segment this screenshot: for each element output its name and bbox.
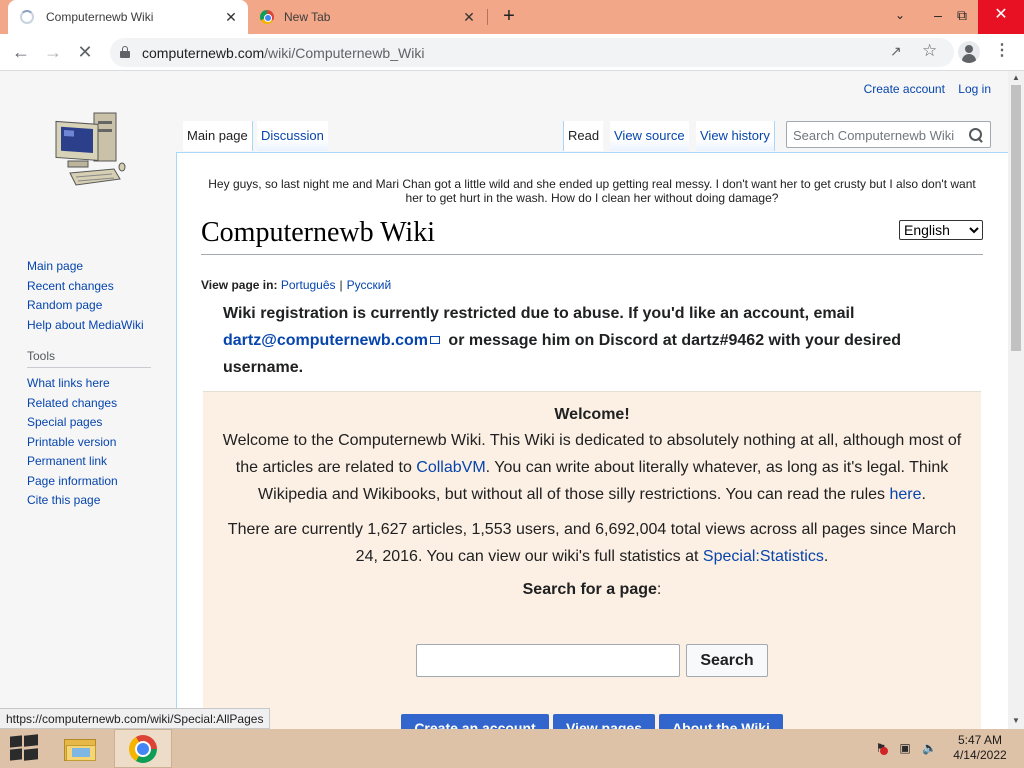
notice-text: Wiki registration is currently restricte… bbox=[223, 305, 855, 322]
bookmark-star-icon[interactable]: ☆ bbox=[922, 41, 937, 61]
sidebar-item-help[interactable]: Help about MediaWiki bbox=[27, 316, 157, 336]
browser-tab-strip: Computernewb Wiki ✕ New Tab ✕ + ⌄ – ⧉ ✕ bbox=[0, 0, 1024, 34]
tab-separator bbox=[487, 9, 488, 25]
tab-title: Computernewb Wiki bbox=[46, 10, 154, 24]
back-arrow-icon[interactable]: ← bbox=[9, 40, 33, 64]
computer-logo-icon[interactable] bbox=[50, 107, 126, 193]
link-status-bubble: https://computernewb.com/wiki/Special:Al… bbox=[0, 708, 271, 729]
tab-title: New Tab bbox=[284, 10, 331, 24]
search-page-label: Search for a page: bbox=[522, 581, 662, 598]
page-title: Computernewb Wiki bbox=[201, 217, 983, 255]
tab-main-page[interactable]: Main page bbox=[183, 121, 253, 151]
stop-loading-icon[interactable]: ✕ bbox=[73, 40, 97, 64]
windows-start-icon[interactable] bbox=[10, 734, 38, 762]
scroll-down-icon[interactable]: ▼ bbox=[1012, 716, 1020, 725]
new-tab-button[interactable]: + bbox=[498, 6, 520, 28]
page-scrollbar[interactable]: ▲ ▼ bbox=[1008, 71, 1024, 729]
network-icon[interactable]: ▣ bbox=[898, 741, 912, 755]
file-explorer-icon[interactable] bbox=[64, 736, 98, 762]
windows-taskbar: ⚑ ▣ 🔈 5:47 AM 4/14/2022 bbox=[0, 729, 1024, 768]
action-center-flag-icon[interactable]: ⚑ bbox=[874, 741, 888, 755]
sidebar-item-printable-version[interactable]: Printable version bbox=[27, 433, 157, 453]
rules-link[interactable]: here bbox=[889, 486, 921, 503]
browser-tab-computernewb[interactable]: Computernewb Wiki ✕ bbox=[8, 0, 248, 34]
tab-close-icon[interactable]: ✕ bbox=[220, 9, 242, 26]
create-account-link[interactable]: Create account bbox=[864, 82, 945, 96]
forward-arrow-icon[interactable]: → bbox=[41, 40, 65, 64]
email-link[interactable]: dartz@computernewb.com bbox=[223, 332, 428, 349]
sidebar-item-related-changes[interactable]: Related changes bbox=[27, 394, 157, 414]
url-text[interactable]: computernewb.com/wiki/Computernewb_Wiki bbox=[142, 45, 424, 61]
sidebar-item-special-pages[interactable]: Special pages bbox=[27, 413, 157, 433]
share-icon[interactable]: ↗ bbox=[890, 43, 902, 60]
page-search-button[interactable]: Search bbox=[686, 644, 768, 677]
browser-tab-new-tab[interactable]: New Tab ✕ bbox=[250, 0, 486, 34]
kebab-menu-icon[interactable]: ⋮ bbox=[994, 40, 1010, 60]
wiki-search-input[interactable] bbox=[793, 126, 963, 144]
statistics-paragraph: There are currently 1,627 articles, 1,55… bbox=[227, 521, 957, 565]
clock-date: 4/14/2022 bbox=[953, 748, 1007, 762]
sidebar-item-recent-changes[interactable]: Recent changes bbox=[27, 277, 157, 297]
profile-avatar-icon[interactable] bbox=[958, 41, 980, 63]
statistics-link[interactable]: Special:Statistics bbox=[703, 548, 824, 565]
tab-view-history[interactable]: View history bbox=[696, 121, 775, 151]
sidebar-item-main-page[interactable]: Main page bbox=[27, 257, 157, 277]
search-icon[interactable] bbox=[968, 127, 984, 143]
site-notice: Hey guys, so last night me and Mari Chan… bbox=[208, 177, 976, 205]
registration-notice: Wiki registration is currently restricte… bbox=[223, 300, 963, 381]
view-page-in-label: View page in: bbox=[201, 278, 278, 292]
mail-icon bbox=[429, 336, 440, 344]
wiki-search-box bbox=[786, 121, 991, 148]
language-link-portuguese[interactable]: Português bbox=[281, 278, 336, 292]
view-pages-button[interactable]: View pages bbox=[553, 714, 655, 729]
welcome-paragraph: Welcome to the Computernewb Wiki. This W… bbox=[222, 432, 962, 503]
window-close-icon[interactable]: ✕ bbox=[978, 0, 1024, 34]
tab-close-icon[interactable]: ✕ bbox=[458, 9, 480, 26]
log-in-link[interactable]: Log in bbox=[958, 82, 991, 96]
browser-toolbar: ← → ✕ computernewb.com/wiki/Computernewb… bbox=[0, 34, 1024, 71]
page-search-input[interactable] bbox=[416, 644, 680, 677]
language-select[interactable]: English bbox=[899, 220, 983, 240]
sidebar-item-page-information[interactable]: Page information bbox=[27, 472, 157, 492]
welcome-title: Welcome! bbox=[554, 406, 630, 423]
chrome-icon bbox=[129, 735, 157, 763]
clock-time: 5:47 AM bbox=[957, 733, 1003, 747]
language-separator: | bbox=[339, 278, 343, 292]
tab-view-source[interactable]: View source bbox=[610, 121, 689, 151]
loading-spinner-icon bbox=[20, 10, 34, 24]
create-account-button[interactable]: Create an account bbox=[401, 714, 549, 729]
sidebar-item-cite-this-page[interactable]: Cite this page bbox=[27, 491, 157, 511]
sidebar: Main page Recent changes Random page Hel… bbox=[27, 257, 157, 511]
language-link-russian[interactable]: Русский bbox=[347, 278, 392, 292]
chrome-taskbar-button[interactable] bbox=[114, 729, 172, 768]
scroll-up-icon[interactable]: ▲ bbox=[1012, 73, 1020, 82]
view-page-in: View page in: Português | Русский bbox=[201, 278, 391, 292]
volume-muted-icon[interactable]: 🔈 bbox=[922, 741, 937, 755]
scrollbar-thumb[interactable] bbox=[1011, 85, 1021, 351]
about-wiki-button[interactable]: About the Wiki bbox=[659, 714, 783, 729]
collabvm-link[interactable]: CollabVM bbox=[416, 459, 485, 476]
address-bar[interactable]: computernewb.com/wiki/Computernewb_Wiki … bbox=[110, 38, 954, 67]
tab-discussion[interactable]: Discussion bbox=[257, 121, 328, 151]
sidebar-item-what-links-here[interactable]: What links here bbox=[27, 374, 157, 394]
page-viewport: Create account Log in Main page Recent c… bbox=[0, 71, 1008, 729]
personal-tools: Create account Log in bbox=[854, 82, 991, 96]
system-clock[interactable]: 5:47 AM 4/14/2022 bbox=[944, 733, 1016, 763]
chrome-favicon-icon bbox=[260, 10, 274, 24]
sidebar-item-random-page[interactable]: Random page bbox=[27, 296, 157, 316]
welcome-box: Welcome! Welcome to the Computernewb Wik… bbox=[203, 391, 981, 729]
lock-icon[interactable] bbox=[120, 46, 130, 58]
tools-heading: Tools bbox=[27, 349, 151, 368]
tab-read[interactable]: Read bbox=[563, 121, 604, 151]
sidebar-item-permanent-link[interactable]: Permanent link bbox=[27, 452, 157, 472]
